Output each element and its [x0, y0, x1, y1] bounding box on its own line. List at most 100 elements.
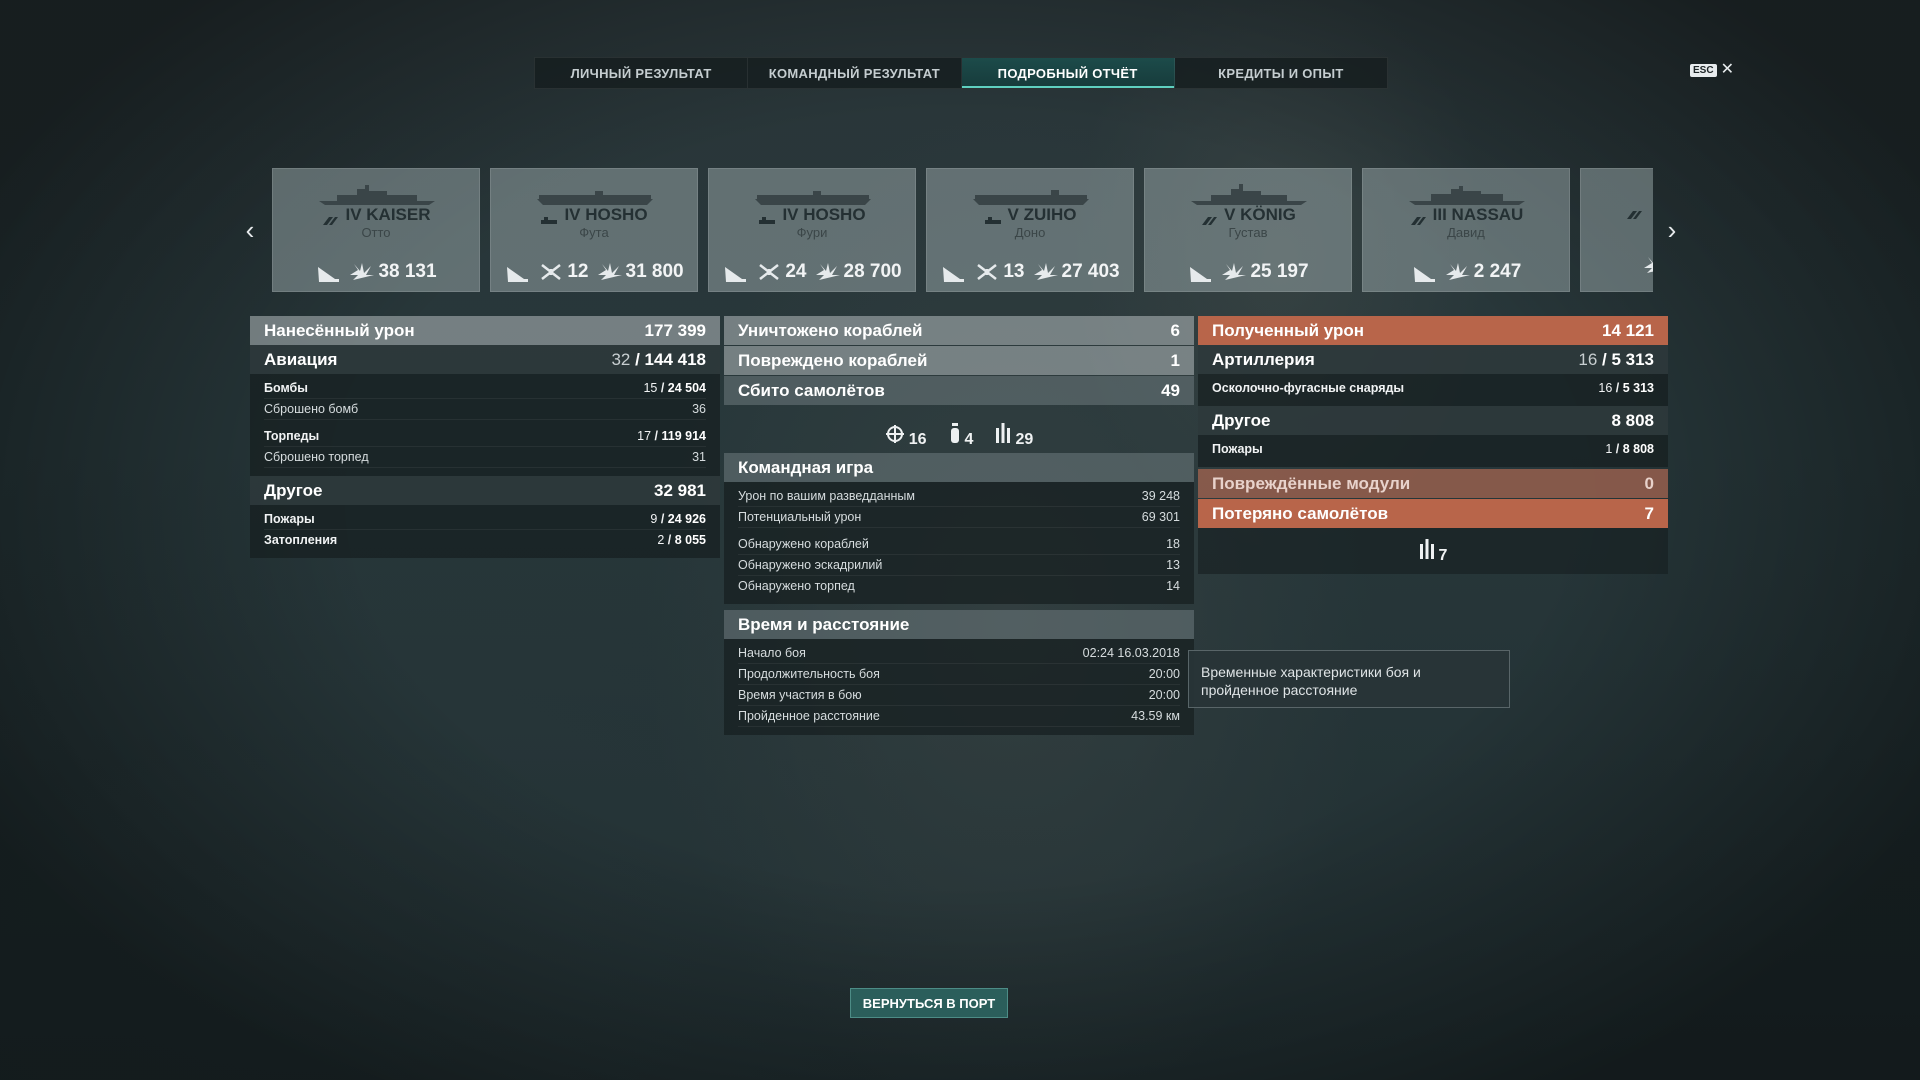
fighters-shot: 16	[885, 424, 927, 449]
other-received-body: Пожары 1 / 8 808	[1198, 435, 1668, 467]
planes-lost-header: Потеряно самолётов 7	[1198, 499, 1668, 528]
ship-stats: 25 197	[1145, 261, 1351, 283]
battleship-class-icon	[1200, 211, 1218, 225]
return-to-port-button[interactable]: ВЕРНУТЬСЯ В ПОРТ	[850, 988, 1008, 1018]
torpedo-icon	[1419, 538, 1435, 565]
tab-team-result[interactable]: КОМАНДНЫЙ РЕЗУЛЬТАТ	[748, 58, 962, 88]
battle-duration-row: Продолжительность боя 20:00	[738, 664, 1180, 685]
ship-name: IV HOSHO	[709, 205, 915, 225]
torpedoes-spotted-row: Обнаружено торпед 14	[738, 579, 1180, 593]
ship-player-name: Доно	[1014, 225, 1046, 240]
ship-damage-value: 27 403	[1061, 261, 1120, 282]
time-distance-header: Время и расстояние	[724, 610, 1194, 639]
battleship-class-icon	[321, 211, 339, 225]
ship-planes-value: 24	[785, 261, 807, 282]
ship-damage-value: 25 197	[1250, 261, 1309, 282]
ships-spotted-row: Обнаружено кораблей 18	[738, 534, 1180, 555]
other-damage-header: Другое 32 981	[250, 476, 720, 505]
ship-card[interactable]: IV HOSHO Фури 24 28 700	[708, 168, 916, 292]
damage-icon	[1221, 261, 1247, 283]
carousel-next-button[interactable]: ›	[1662, 217, 1682, 243]
carrier-class-icon	[540, 211, 558, 224]
ship-damage-value: 2 247	[1473, 261, 1522, 282]
team-play-body: Урон по вашим разведданным 39 248 Потенци…	[724, 482, 1194, 604]
carrier-class-icon	[758, 211, 776, 224]
ship-name: IV HOSHO	[491, 205, 697, 225]
tab-detailed-report[interactable]: ПОДРОБНЫЙ ОТЧЁТ	[961, 58, 1175, 88]
ship-name: III NASSAU	[1363, 205, 1569, 225]
ship-player-name: Фута	[579, 225, 609, 240]
planes-shot-breakdown: 16 4 29	[724, 405, 1194, 449]
distance-row: Пройденное расстояние 43.59 км	[738, 706, 1180, 727]
ship-planes-value: 12	[567, 261, 589, 282]
ship-damage-value: 28 700	[843, 261, 902, 282]
damage-icon	[815, 261, 841, 283]
damaged-modules-header: Повреждённые модули 0	[1198, 469, 1668, 498]
esc-key-label: ESC	[1690, 63, 1717, 77]
artillery-header: Артиллерия 16 / 5 313	[1198, 345, 1668, 374]
carrier-class-icon	[984, 211, 1002, 224]
aviation-header: Авиация 32 / 144 418	[250, 345, 720, 374]
planes-shot-header: Сбито самолётов 49	[724, 376, 1194, 405]
ship-card[interactable]: V ZUIHO Доно 13 27 403	[926, 168, 1134, 292]
ship-sunk-icon	[1187, 261, 1213, 283]
ship-silhouette-icon	[1191, 184, 1307, 205]
ship-planes-value: 13	[1003, 261, 1025, 282]
spotting-damage-row: Урон по вашим разведданным 39 248	[738, 486, 1180, 507]
bombers-shot: 4	[949, 422, 973, 449]
potential-damage-row: Потенциальный урон 69 301	[738, 507, 1180, 528]
time-distance-body: Начало боя 02:24 16.03.2018 Продолжительн…	[724, 639, 1194, 735]
tooltip: Временные характеристики боя и пройденно…	[1188, 650, 1510, 708]
ship-stats: 12 31 800	[491, 261, 697, 283]
ship-sunk-icon	[722, 261, 748, 283]
ship-damage-value: 31 800	[625, 261, 684, 282]
plane-shot-icon	[538, 261, 564, 283]
tab-credits-xp[interactable]: КРЕДИТЫ И ОПЫТ	[1175, 58, 1387, 88]
close-icon: ✕	[1720, 61, 1734, 78]
team-play-header: Командная игра	[724, 453, 1194, 482]
ship-card[interactable]: IV HOSHO Фута 12 31 800	[490, 168, 698, 292]
damage-dealt-panel: Нанесённый урон 177 399 Авиация 32 / 144 …	[250, 316, 720, 558]
ship-sunk-icon	[940, 261, 966, 283]
other-received-header: Другое 8 808	[1198, 406, 1668, 435]
ships-damaged-header: Повреждено кораблей 1	[724, 346, 1194, 375]
damage-received-header: Полученный урон 14 121	[1198, 316, 1668, 345]
torpedo-bombers-lost: 7	[1419, 538, 1447, 565]
ship-silhouette-icon	[1409, 186, 1525, 205]
ship-card-partial[interactable]	[1580, 168, 1653, 292]
ship-sunk-icon	[1411, 261, 1437, 283]
artillery-body: Осколочно-фугасные снаряды 16 / 5 313	[1198, 374, 1668, 406]
damage-icon	[349, 261, 375, 283]
ship-player-name: Густав	[1228, 225, 1268, 240]
plane-shot-icon	[974, 261, 1000, 283]
ship-carousel: IV KAISER Отто 38 131 IV HOSHO Фута 12 3…	[272, 168, 1653, 292]
fires-received-row: Пожары 1 / 8 808	[1212, 442, 1654, 456]
bomb-icon	[949, 422, 961, 449]
bombs-row: Бомбы 15 / 24 504	[264, 378, 706, 399]
battle-start-row: Начало боя 02:24 16.03.2018	[738, 643, 1180, 664]
aviation-body: Бомбы 15 / 24 504 Сброшено бомб 36 Торпеды…	[250, 374, 720, 476]
ship-sunk-icon	[315, 261, 341, 283]
carousel-prev-button[interactable]: ‹	[240, 217, 260, 243]
plane-shot-icon	[756, 261, 782, 283]
combat-stats-panel: Уничтожено кораблей 6 Повреждено кораблей…	[724, 316, 1194, 735]
ship-card[interactable]: V KÖNIG Густав 25 197	[1144, 168, 1352, 292]
ship-stats: 38 131	[273, 261, 479, 283]
close-button[interactable]: ESC ✕	[1690, 61, 1734, 78]
battleship-class-icon	[1409, 211, 1427, 225]
fires-row: Пожары 9 / 24 926	[264, 509, 706, 530]
flooding-row: Затопления 2 / 8 055	[264, 533, 706, 547]
ship-player-name: Фури	[796, 225, 828, 240]
damage-icon	[1643, 254, 1653, 281]
ship-silhouette-icon	[973, 190, 1089, 205]
ship-silhouette-icon	[537, 191, 653, 205]
ship-card[interactable]: IV KAISER Отто 38 131	[272, 168, 480, 292]
ship-name: V KÖNIG	[1145, 205, 1351, 225]
torpedoes-dropped-row: Сброшено торпед 31	[264, 447, 706, 468]
torpedo-bombers-shot: 29	[995, 422, 1033, 449]
ship-card[interactable]: III NASSAU Давид 2 247	[1362, 168, 1570, 292]
ship-name: IV KAISER	[273, 205, 479, 225]
ship-name: V ZUIHO	[927, 205, 1133, 225]
tab-personal-result[interactable]: ЛИЧНЫЙ РЕЗУЛЬТАТ	[535, 58, 749, 88]
ship-silhouette-icon	[319, 185, 435, 205]
